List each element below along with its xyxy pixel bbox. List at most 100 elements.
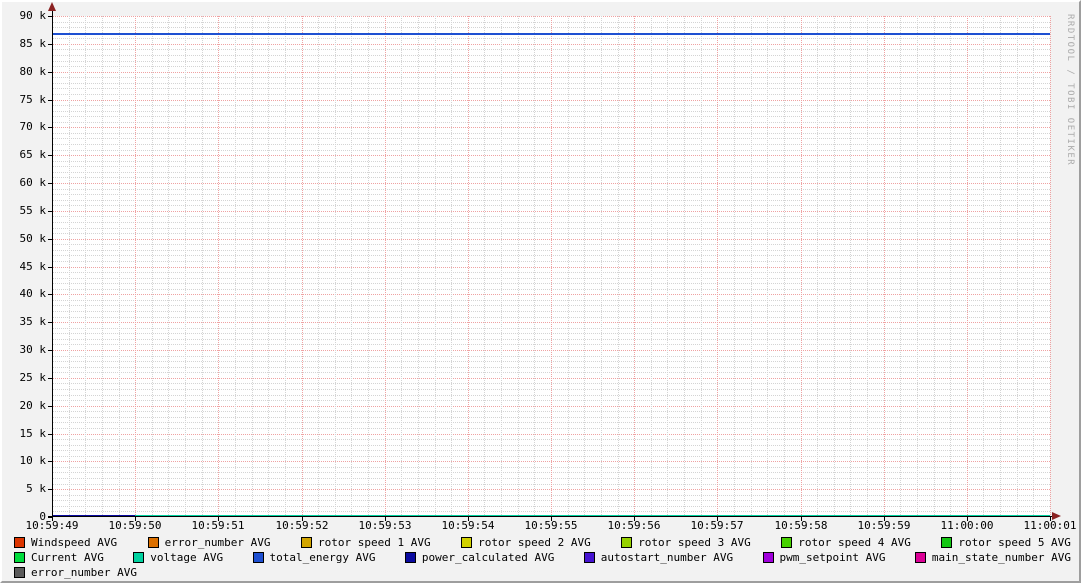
gridline-minor bbox=[318, 16, 319, 517]
legend-color-swatch-icon bbox=[781, 537, 793, 548]
legend: Windspeed AVG error_number AVG rotor speed… bbox=[14, 535, 1071, 580]
legend-item: pwm_setpoint AVG bbox=[762, 551, 886, 564]
y-axis-label: 40 k bbox=[19, 287, 47, 300]
y-axis-tick bbox=[48, 72, 52, 73]
x-axis-tick bbox=[634, 517, 635, 521]
gridline-minor bbox=[701, 16, 702, 517]
gridline-minor bbox=[618, 16, 619, 517]
rrdtool-graph: 05 k 10 k 15 k 20 k 25 k 30 k 35 k 40 k 45 k 50 k… bbox=[0, 0, 1081, 583]
y-axis-label: 45 k bbox=[19, 260, 47, 273]
series-line-total_energy bbox=[801, 33, 884, 35]
legend-color-swatch-icon bbox=[14, 552, 25, 563]
legend-item: error_number AVG bbox=[14, 566, 137, 579]
gridline-major bbox=[717, 16, 718, 517]
x-axis-tick bbox=[385, 517, 386, 521]
gridline-major bbox=[884, 16, 885, 517]
gridline-minor bbox=[484, 16, 485, 517]
y-axis-tick bbox=[48, 294, 52, 295]
y-axis-label: 70 k bbox=[19, 120, 47, 133]
y-axis-label: 35 k bbox=[19, 315, 47, 328]
y-axis-label: 30 k bbox=[19, 343, 47, 356]
gridline-minor bbox=[568, 16, 569, 517]
legend-item-label: autostart_number AVG bbox=[600, 551, 734, 564]
legend-item-label: rotor speed 1 AVG bbox=[318, 536, 431, 549]
gridline-minor bbox=[235, 16, 236, 517]
gridline-minor bbox=[601, 16, 602, 517]
y-axis-tick bbox=[48, 183, 52, 184]
legend-item-label: Current AVG bbox=[31, 551, 104, 564]
gridline-minor bbox=[784, 16, 785, 517]
gridline-minor bbox=[1033, 16, 1034, 517]
gridline-major bbox=[468, 16, 469, 517]
gridline-minor bbox=[983, 16, 984, 517]
legend-item: rotor speed 1 AVG bbox=[301, 536, 431, 549]
legend-item-label: voltage AVG bbox=[150, 551, 224, 564]
legend-color-swatch-icon bbox=[941, 537, 953, 548]
series-line-total_energy bbox=[385, 33, 468, 35]
legend-item-label: error_number AVG bbox=[31, 566, 137, 579]
gridline-minor bbox=[252, 16, 253, 517]
legend-item-label: rotor speed 5 AVG bbox=[958, 536, 1071, 549]
y-axis-tick bbox=[48, 378, 52, 379]
legend-item: rotor speed 4 AVG bbox=[781, 536, 911, 549]
y-axis-tick bbox=[48, 16, 52, 17]
gridline-minor bbox=[867, 16, 868, 517]
y-axis-line bbox=[52, 10, 53, 517]
gridline-minor bbox=[119, 16, 120, 517]
y-axis-tick bbox=[48, 406, 52, 407]
gridline-minor bbox=[335, 16, 336, 517]
gridline-major bbox=[302, 16, 303, 517]
series-line-total_energy bbox=[468, 33, 551, 35]
legend-item-label: total_energy AVG bbox=[269, 551, 376, 564]
legend-item-label: Windspeed AVG bbox=[31, 536, 118, 549]
y-axis-tick bbox=[48, 44, 52, 45]
gridline-minor bbox=[1000, 16, 1001, 517]
y-axis-tick bbox=[48, 239, 52, 240]
y-axis-label: 60 k bbox=[19, 176, 47, 189]
gridline-minor bbox=[667, 16, 668, 517]
y-axis-tick bbox=[48, 322, 52, 323]
y-axis-label: 80 k bbox=[19, 65, 47, 78]
gridline-minor bbox=[69, 16, 70, 517]
gridline-minor bbox=[168, 16, 169, 517]
gridline-minor bbox=[202, 16, 203, 517]
gridline-minor bbox=[767, 16, 768, 517]
legend-color-swatch-icon bbox=[914, 552, 926, 563]
gridline-minor bbox=[451, 16, 452, 517]
gridline-minor bbox=[651, 16, 652, 517]
y-axis-tick bbox=[48, 461, 52, 462]
gridline-major bbox=[634, 16, 635, 517]
gridline-minor bbox=[734, 16, 735, 517]
series-line-total_energy bbox=[551, 33, 634, 35]
gridline-minor bbox=[1017, 16, 1018, 517]
legend-item: main_state_number AVG bbox=[914, 551, 1071, 564]
legend-color-swatch-icon bbox=[583, 552, 595, 563]
y-axis-label: 5 k bbox=[26, 482, 46, 495]
legend-row: error_number AVG bbox=[14, 565, 1071, 580]
gridline-minor bbox=[285, 16, 286, 517]
legend-item: rotor speed 3 AVG bbox=[621, 536, 751, 549]
legend-item: Current AVG bbox=[14, 551, 104, 564]
legend-color-swatch-icon bbox=[621, 537, 633, 548]
y-axis-tick bbox=[48, 434, 52, 435]
legend-item-label: power_calculated AVG bbox=[421, 551, 555, 564]
gridline-minor bbox=[917, 16, 918, 517]
legend-item-label: rotor speed 3 AVG bbox=[638, 536, 751, 549]
legend-item: power_calculated AVG bbox=[404, 551, 555, 564]
gridline-minor bbox=[152, 16, 153, 517]
gridline-minor bbox=[501, 16, 502, 517]
legend-color-swatch-icon bbox=[252, 552, 264, 563]
gridline-major bbox=[551, 16, 552, 517]
legend-item-label: pwm_setpoint AVG bbox=[779, 551, 886, 564]
x-axis-tick bbox=[468, 517, 469, 521]
gridline-minor bbox=[850, 16, 851, 517]
gridline-major bbox=[135, 16, 136, 517]
legend-item: voltage AVG bbox=[133, 551, 223, 564]
legend-color-swatch-icon bbox=[14, 567, 25, 578]
legend-row: Current AVG voltage AVG total_energy AVG po… bbox=[14, 550, 1071, 565]
y-axis-label: 25 k bbox=[19, 371, 47, 384]
legend-color-swatch-icon bbox=[461, 537, 473, 548]
y-axis-tick bbox=[48, 489, 52, 490]
legend-item-label: rotor speed 4 AVG bbox=[798, 536, 911, 549]
gridline-minor bbox=[401, 16, 402, 517]
